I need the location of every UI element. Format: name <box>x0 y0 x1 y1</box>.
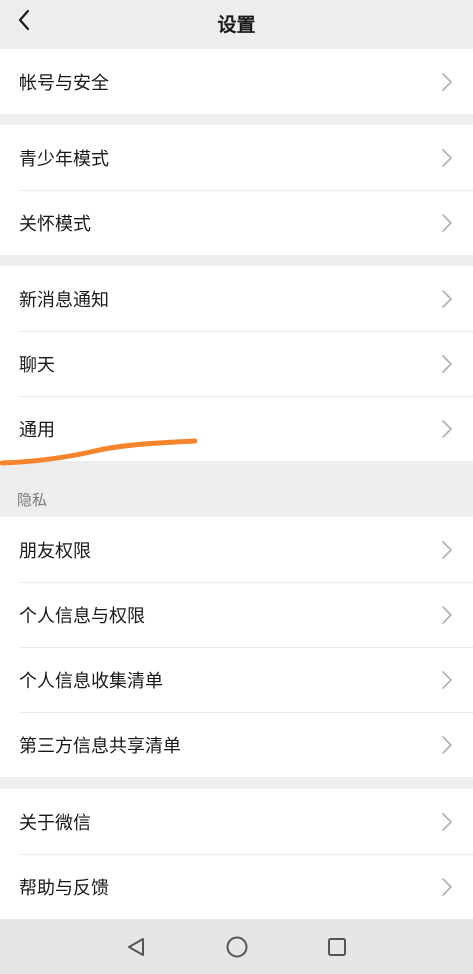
chevron-right-icon <box>442 354 452 373</box>
row-personal-info-collection-list[interactable]: 个人信息收集清单 <box>0 647 473 712</box>
chevron-right-icon <box>442 670 452 689</box>
recents-square-icon <box>328 938 346 956</box>
group-privacy: 朋友权限 个人信息与权限 个人信息收集清单 第三方信息共享清单 <box>0 517 473 777</box>
chevron-right-icon <box>442 72 452 91</box>
chevron-right-icon <box>442 213 452 232</box>
row-personal-info-permissions[interactable]: 个人信息与权限 <box>0 582 473 647</box>
row-label: 关怀模式 <box>19 213 91 235</box>
row-account-security[interactable]: 帐号与安全 <box>0 49 473 114</box>
group-about: 关于微信 帮助与反馈 <box>0 789 473 919</box>
row-about-wechat[interactable]: 关于微信 <box>0 789 473 854</box>
home-circle-icon <box>226 936 248 958</box>
row-label: 通用 <box>19 419 55 441</box>
row-label: 帐号与安全 <box>19 72 109 94</box>
group-modes: 青少年模式 关怀模式 <box>0 125 473 255</box>
row-general[interactable]: 通用 <box>0 396 473 461</box>
chevron-right-icon <box>442 289 452 308</box>
row-label: 新消息通知 <box>19 289 109 311</box>
row-care-mode[interactable]: 关怀模式 <box>0 190 473 255</box>
chevron-right-icon <box>442 877 452 896</box>
chevron-right-icon <box>442 812 452 831</box>
row-label: 朋友权限 <box>19 540 91 562</box>
row-third-party-sharing-list[interactable]: 第三方信息共享清单 <box>0 712 473 777</box>
nav-recents-button[interactable] <box>322 932 352 962</box>
back-triangle-icon <box>128 938 144 956</box>
row-label: 关于微信 <box>19 812 91 834</box>
group-general: 新消息通知 聊天 通用 <box>0 266 473 461</box>
nav-back-button[interactable] <box>121 932 151 962</box>
nav-home-button[interactable] <box>222 932 252 962</box>
section-title-privacy: 隐私 <box>17 491 48 509</box>
row-new-message-notify[interactable]: 新消息通知 <box>0 266 473 331</box>
chevron-right-icon <box>442 419 452 438</box>
row-help-feedback[interactable]: 帮助与反馈 <box>0 854 473 919</box>
row-label: 青少年模式 <box>19 148 109 170</box>
row-friend-permissions[interactable]: 朋友权限 <box>0 517 473 582</box>
row-label: 第三方信息共享清单 <box>19 735 181 757</box>
chevron-right-icon <box>442 540 452 559</box>
group-account: 帐号与安全 <box>0 49 473 114</box>
page-title: 设置 <box>217 14 256 36</box>
row-label: 个人信息与权限 <box>19 605 145 627</box>
row-label: 个人信息收集清单 <box>19 670 163 692</box>
row-teen-mode[interactable]: 青少年模式 <box>0 125 473 190</box>
row-label: 聊天 <box>19 354 55 376</box>
row-label: 帮助与反馈 <box>19 877 109 899</box>
chevron-right-icon <box>442 148 452 167</box>
row-chat[interactable]: 聊天 <box>0 331 473 396</box>
system-nav-bar <box>0 919 473 974</box>
chevron-right-icon <box>442 605 452 624</box>
settings-screen: 设置 帐号与安全 青少年模式 关怀模式 新消息通知 聊天 通用 隐私 朋友权限 … <box>0 0 473 974</box>
header-bar: 设置 <box>0 0 473 48</box>
chevron-right-icon <box>442 735 452 754</box>
